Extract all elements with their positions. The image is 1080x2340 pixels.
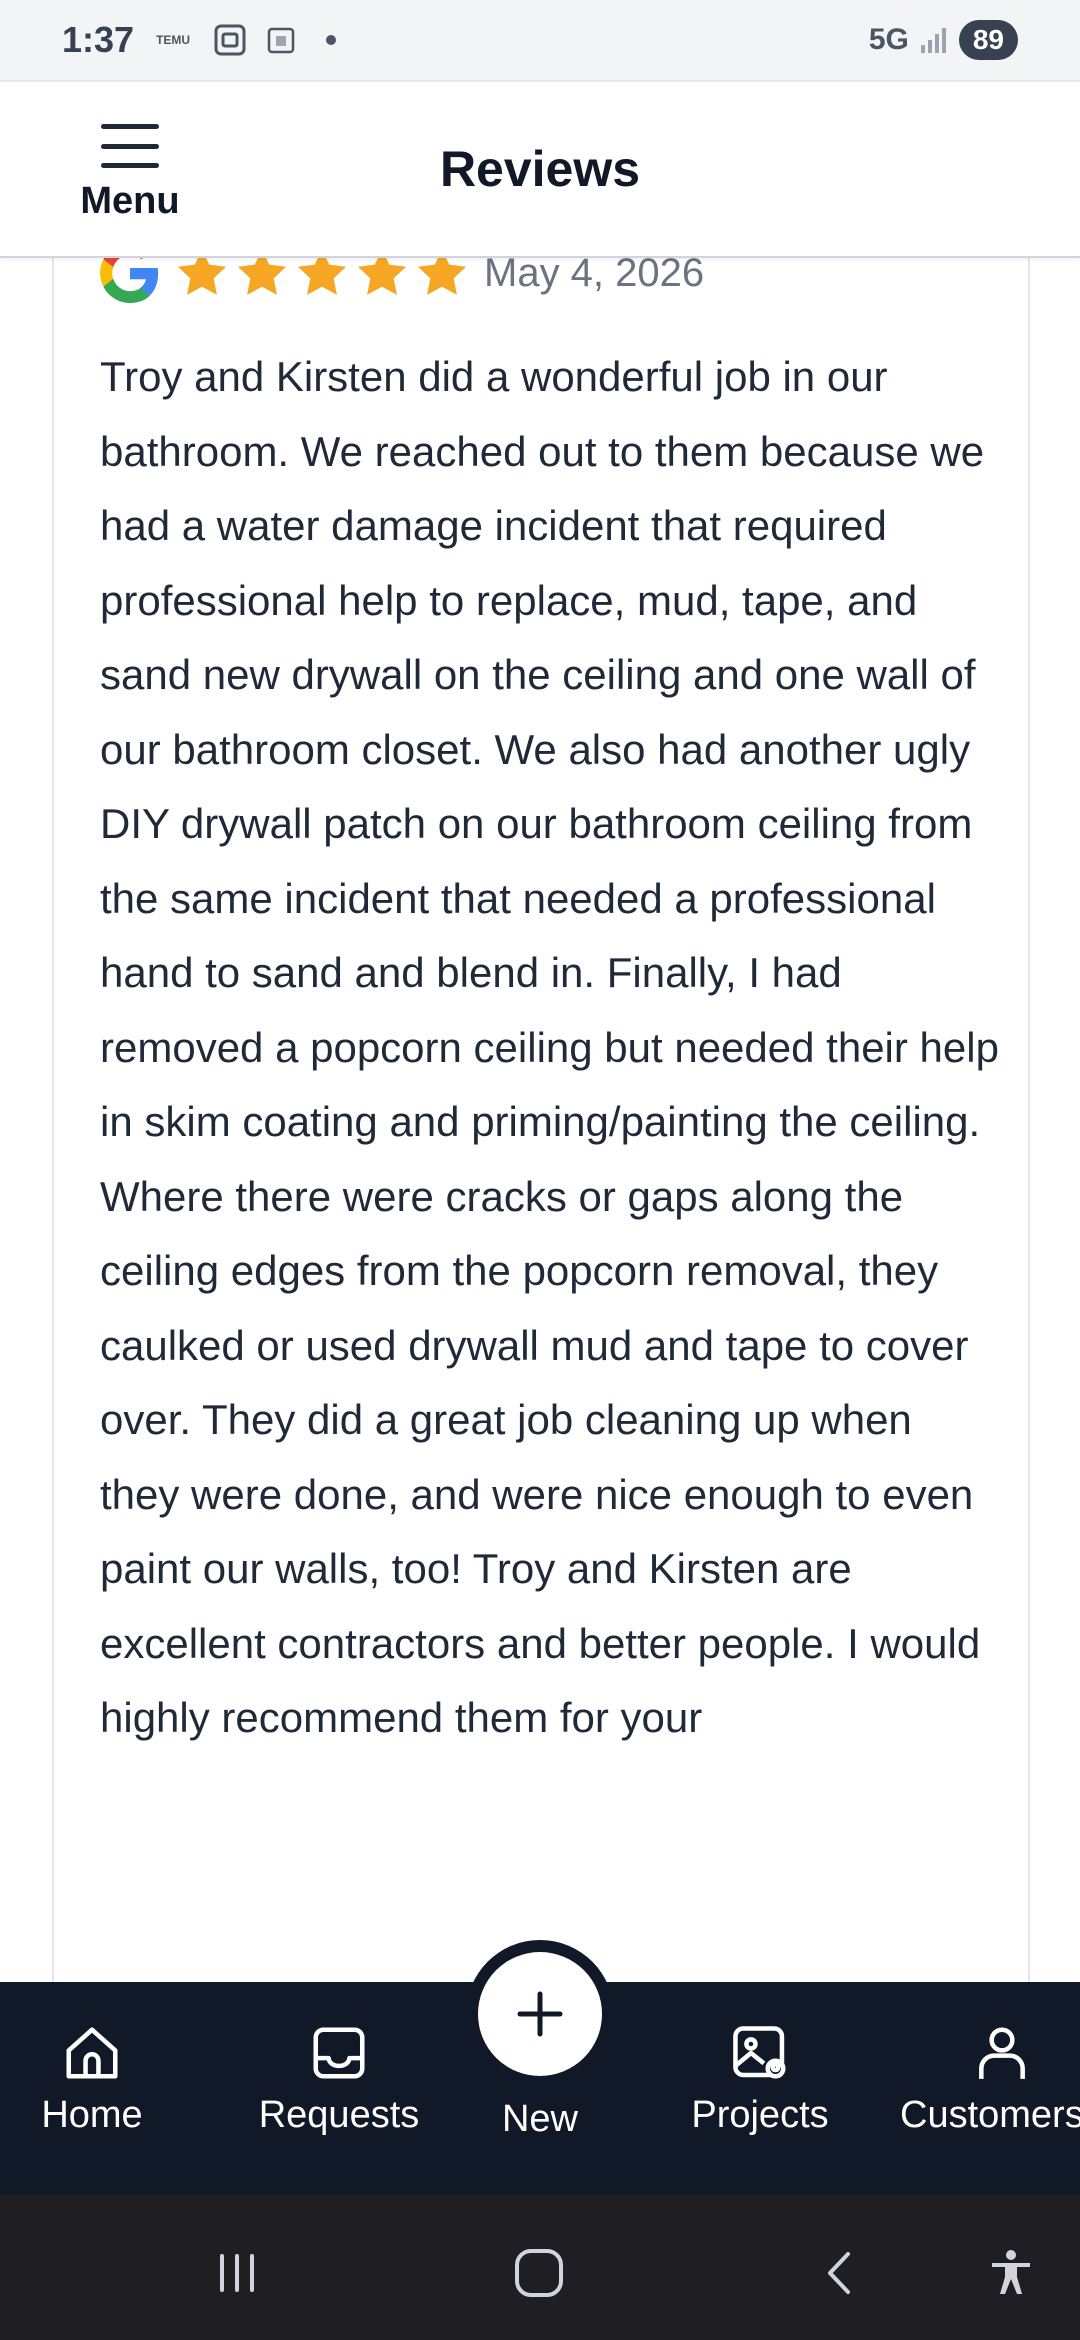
star-icon <box>174 258 230 301</box>
nav-new-label: New <box>501 2098 579 2140</box>
nav-requests-label: Requests <box>258 2094 420 2136</box>
temu-notification-icon: TEMU <box>156 33 191 47</box>
nav-home[interactable]: Home <box>0 2022 202 2137</box>
nav-projects[interactable]: Projects <box>650 2022 870 2137</box>
reviews-list[interactable]: May 4, 2026 Troy and Kirsten did a wonde… <box>0 258 1080 1982</box>
nav-home-label: Home <box>41 2094 143 2136</box>
app-header: Menu Reviews <box>0 84 1080 258</box>
home-button-icon[interactable] <box>504 2238 574 2308</box>
status-right: 5G 89 <box>869 20 1018 60</box>
app-screen: 1:37 TEMU 5G 89 Menu Reviews May 4, 2026… <box>0 0 1080 2340</box>
star-icon <box>234 258 290 301</box>
review-meta: May 4, 2026 <box>100 258 704 318</box>
system-nav-bar <box>0 2194 1080 2340</box>
image-pin-icon <box>733 2026 786 2079</box>
screenshot-icon <box>212 22 248 58</box>
star-icon <box>414 258 470 301</box>
review-card: May 4, 2026 Troy and Kirsten did a wonde… <box>52 258 1030 1982</box>
review-date: May 4, 2026 <box>484 258 705 295</box>
network-label: 5G <box>868 23 909 56</box>
accessibility-icon[interactable] <box>976 2238 1046 2308</box>
plus-icon <box>517 1991 563 2037</box>
nav-projects-label: Projects <box>691 2094 829 2136</box>
user-icon <box>979 2027 1025 2079</box>
bottom-nav: Home Requests New Projects Customers <box>0 1940 1080 2194</box>
nav-requests[interactable]: Requests <box>229 2022 449 2137</box>
review-text: Troy and Kirsten did a wonderful job in … <box>100 353 999 1741</box>
inbox-icon <box>313 2027 365 2079</box>
calendar-icon <box>266 25 296 55</box>
star-icon <box>354 258 410 301</box>
star-rating <box>174 258 470 301</box>
home-icon <box>66 2027 118 2079</box>
recent-apps-icon[interactable] <box>202 2238 272 2308</box>
page-title: Reviews <box>439 141 641 197</box>
new-button-circle <box>478 1952 602 2076</box>
status-bar: 1:37 TEMU 5G 89 <box>0 0 1080 82</box>
more-notifications-dot <box>326 35 337 45</box>
nav-customers-label: Customers <box>900 2094 1080 2136</box>
nav-customers[interactable]: Customers <box>892 2022 1080 2137</box>
signal-icon <box>919 25 949 55</box>
back-icon[interactable] <box>806 2238 876 2308</box>
status-left: 1:37 TEMU <box>62 19 337 61</box>
new-button[interactable] <box>466 1940 614 2088</box>
status-time: 1:37 <box>62 19 135 60</box>
google-icon <box>100 258 160 303</box>
battery-indicator: 89 <box>958 20 1018 60</box>
star-icon <box>294 258 350 301</box>
